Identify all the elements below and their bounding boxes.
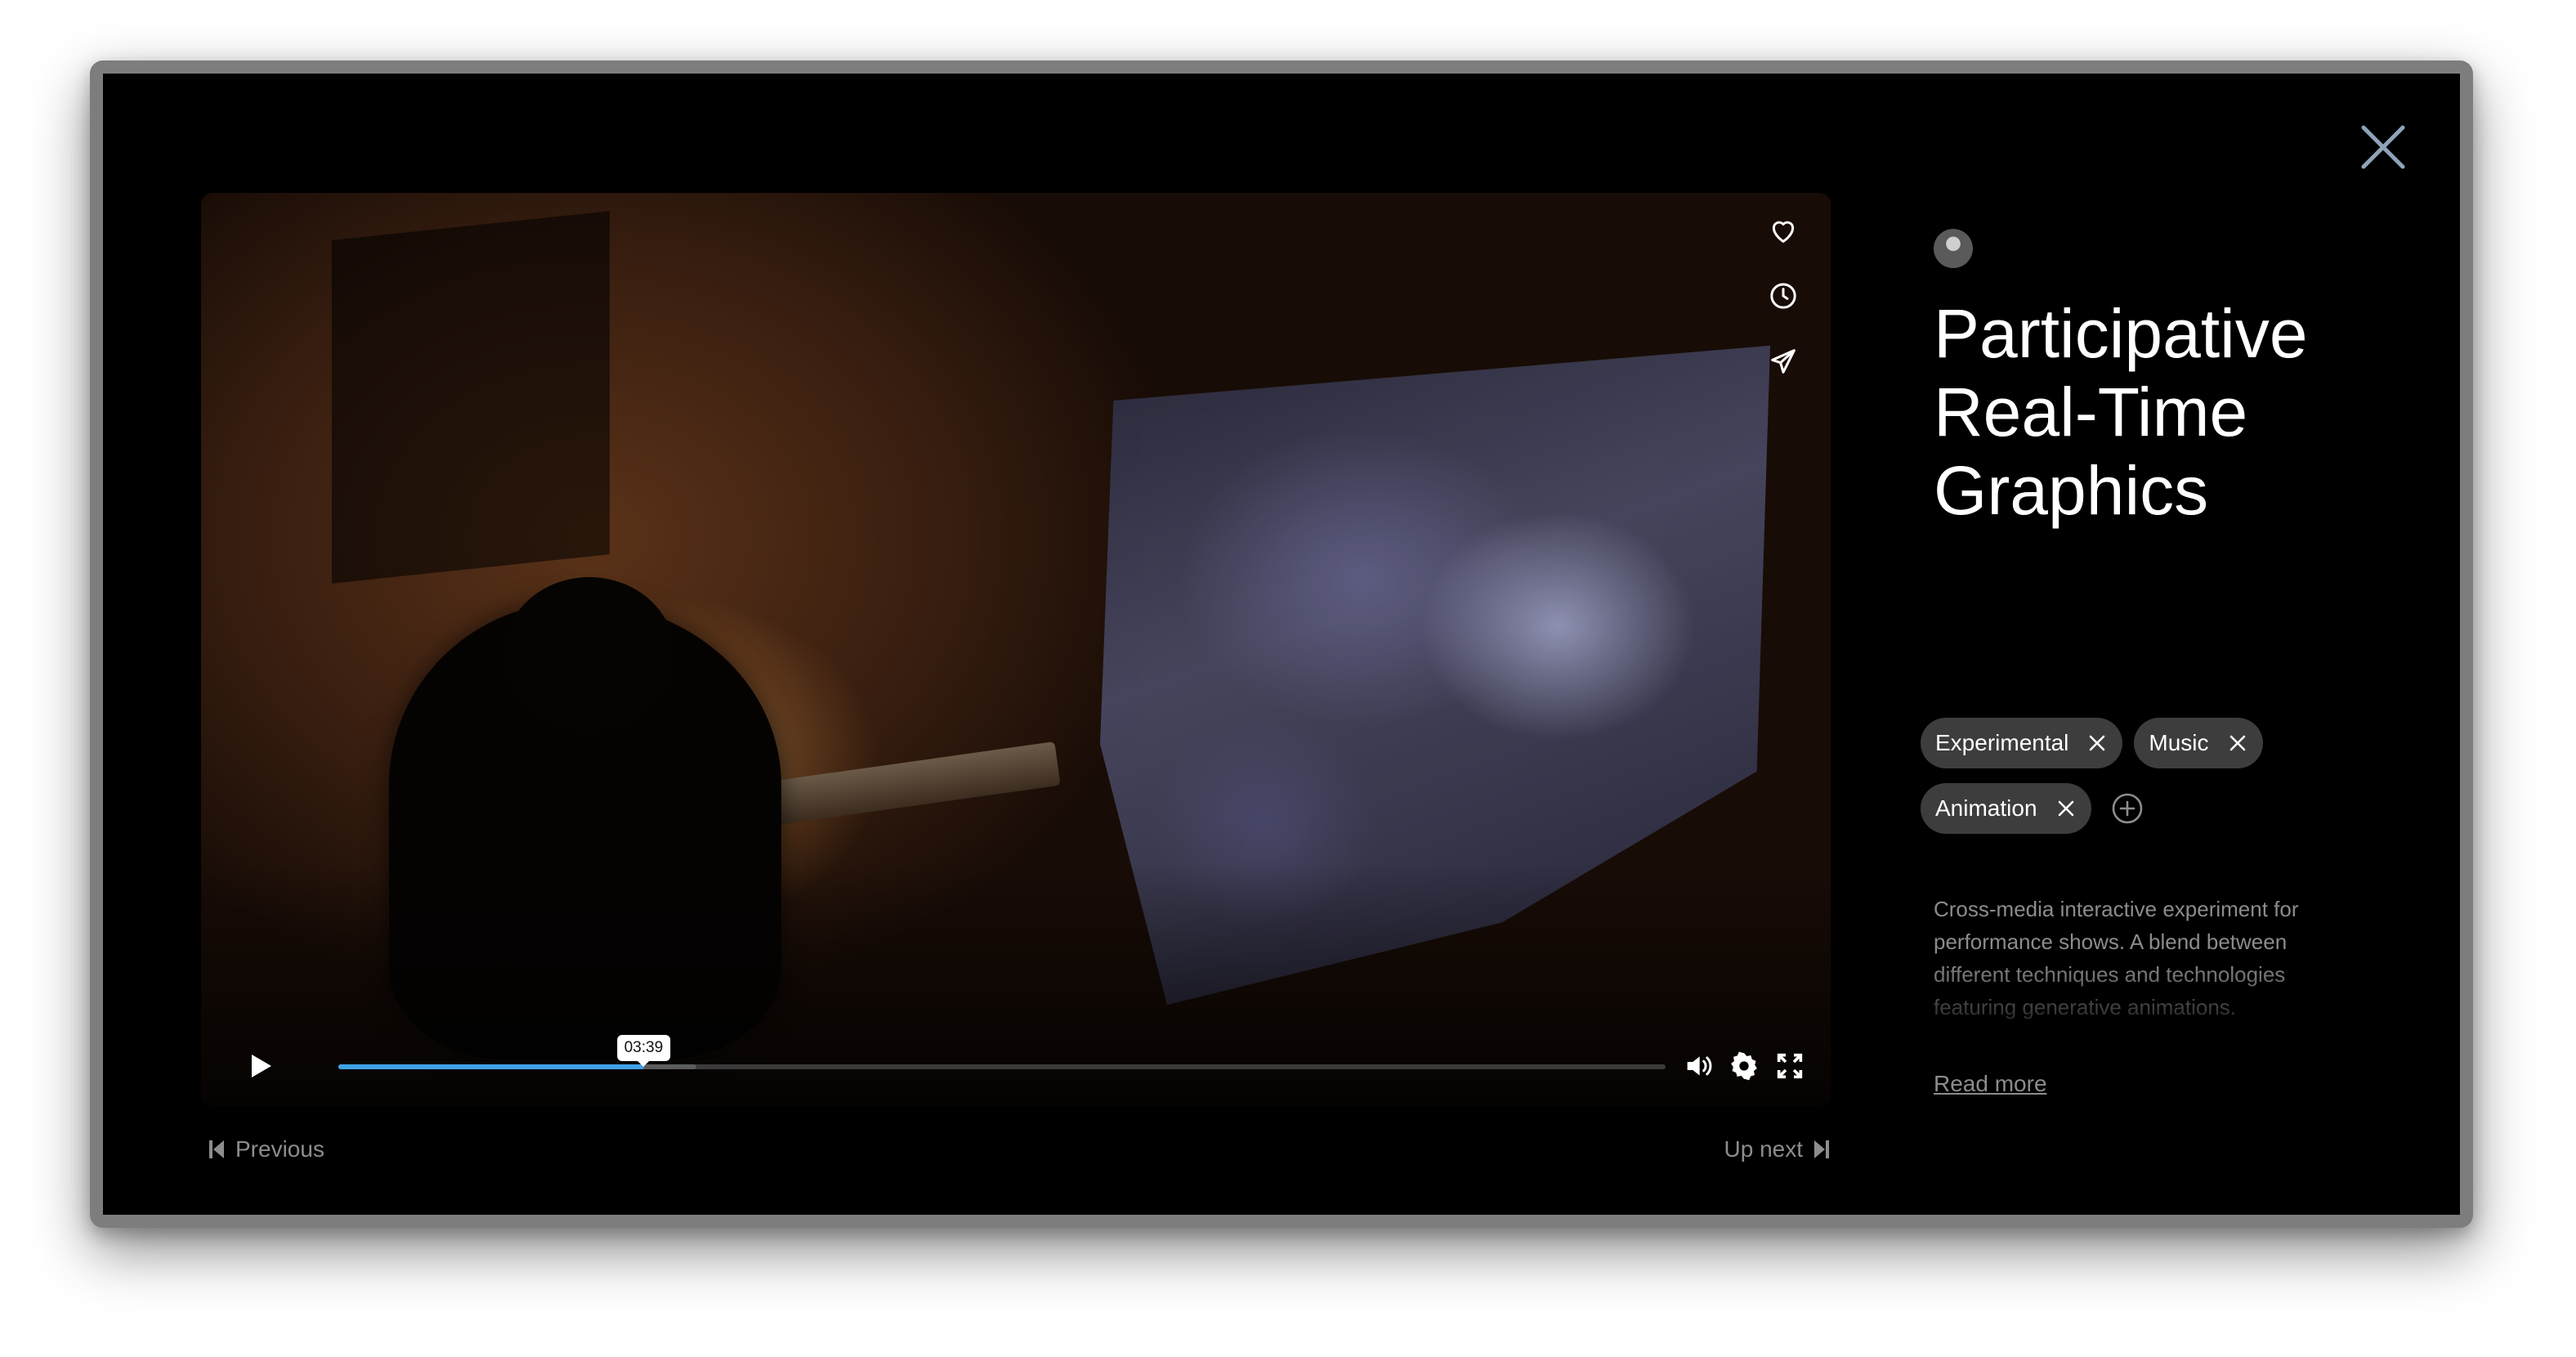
video-frame-detail (332, 211, 610, 584)
remove-tag-icon[interactable] (2227, 732, 2248, 754)
skip-previous-icon (209, 1140, 224, 1158)
title-line: Real-Time (1934, 374, 2248, 450)
description: Cross-media interactive experiment for p… (1934, 897, 2299, 1019)
progress-played (338, 1064, 644, 1069)
remove-tag-icon[interactable] (2055, 798, 2077, 819)
video-controls: 03:39 (201, 1022, 1831, 1107)
send-icon (1771, 349, 1796, 374)
skip-next-icon (1814, 1140, 1829, 1158)
modal-window: 03:39 Previous Up next Participative Rea… (90, 60, 2473, 1228)
video-frame-head (503, 577, 675, 732)
tag-label: Experimental (1935, 730, 2069, 755)
share-button[interactable] (1765, 343, 1801, 379)
modal-content: 03:39 Previous Up next Participative Rea… (103, 74, 2460, 1215)
play-icon (252, 1055, 271, 1077)
tag-label: Animation (1935, 795, 2037, 821)
tag-music: Music (2134, 718, 2263, 768)
fullscreen-button[interactable] (1772, 1048, 1808, 1084)
read-more-link[interactable]: Read more (1934, 1071, 2047, 1097)
previous-button[interactable]: Previous (208, 1136, 324, 1162)
close-button[interactable] (2354, 118, 2413, 177)
tag-label: Music (2149, 730, 2209, 755)
clock-icon (1770, 283, 1796, 309)
time-tooltip: 03:39 (616, 1035, 671, 1067)
remove-tag-icon[interactable] (2086, 732, 2108, 754)
play-button[interactable] (242, 1048, 278, 1084)
up-next-label: Up next (1724, 1136, 1804, 1162)
close-icon (2361, 125, 2405, 169)
gear-icon (1731, 1051, 1757, 1081)
up-next-button[interactable]: Up next (1724, 1136, 1831, 1162)
volume-icon (1687, 1056, 1712, 1076)
like-button[interactable] (1765, 213, 1801, 249)
fullscreen-icon (1777, 1053, 1803, 1079)
author-avatar[interactable] (1934, 229, 1973, 268)
add-tag-icon[interactable] (2109, 790, 2145, 826)
title-line: Participative (1934, 295, 2308, 372)
settings-button[interactable] (1726, 1048, 1762, 1084)
title-line: Graphics (1934, 452, 2209, 529)
heart-icon (1772, 221, 1795, 243)
watch-later-button[interactable] (1765, 278, 1801, 314)
video-player[interactable] (201, 193, 1831, 1107)
page-title: Participative Real-Time Graphics (1934, 294, 2391, 530)
progress-bar[interactable]: 03:39 (338, 1035, 1666, 1069)
tag-list: Experimental Music Animation (1921, 718, 2378, 849)
tag-experimental: Experimental (1921, 718, 2123, 768)
tag-animation: Animation (1921, 783, 2091, 834)
previous-label: Previous (235, 1136, 324, 1162)
volume-button[interactable] (1680, 1048, 1716, 1084)
video-actions (1765, 213, 1801, 409)
